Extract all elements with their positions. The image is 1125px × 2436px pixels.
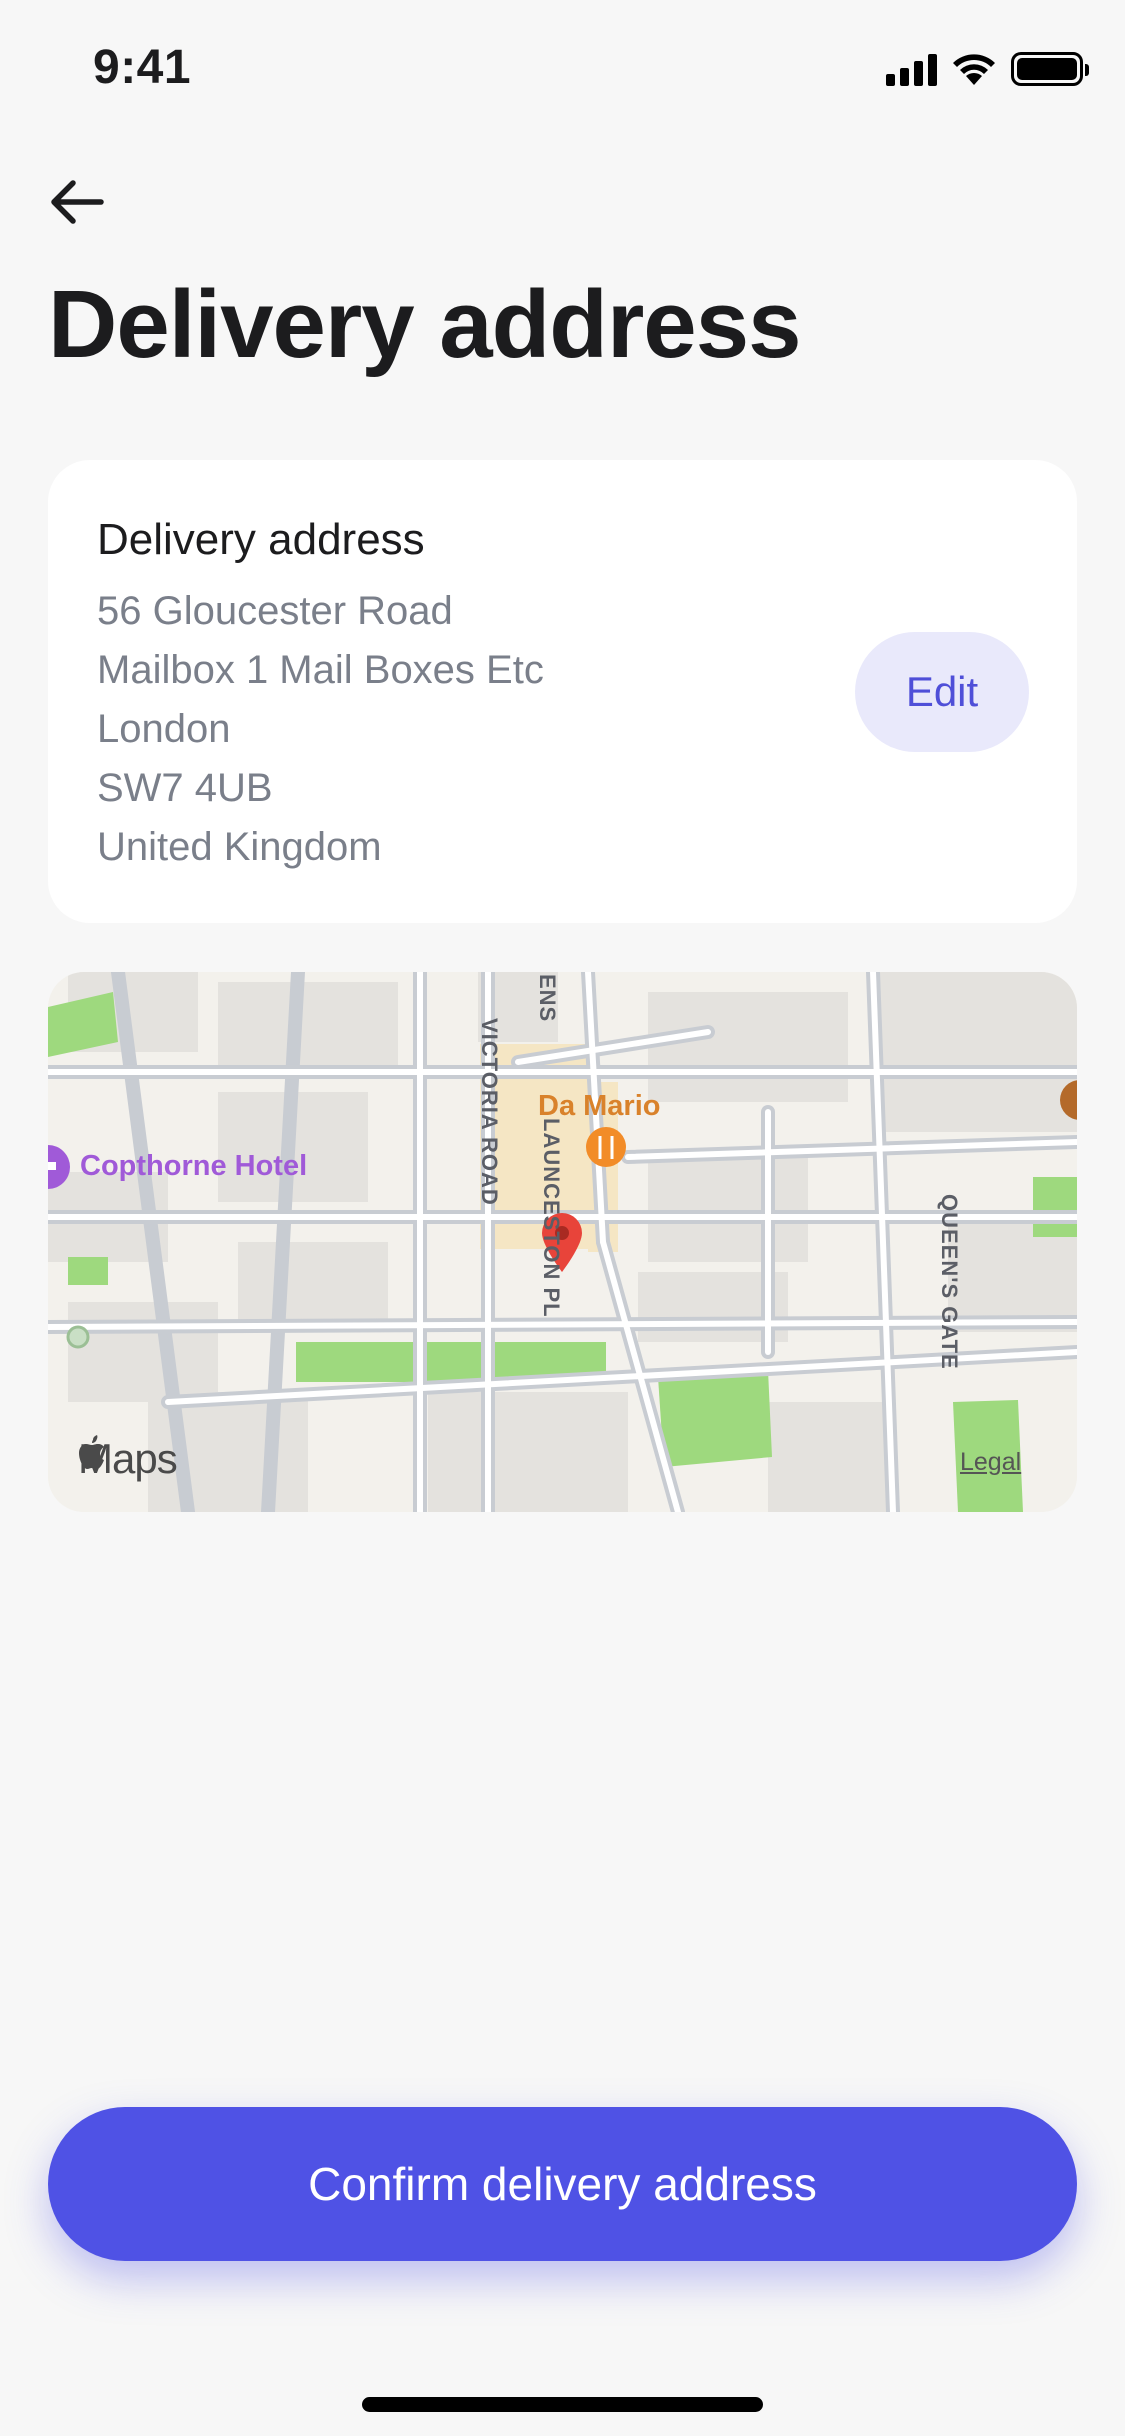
poi-hotel-label[interactable]: Copthorne Hotel — [80, 1150, 307, 1183]
street-label-launceston-pl: LAUNCESTON PL — [539, 1118, 564, 1318]
address-line-city: London — [97, 707, 231, 751]
address-line-postcode: SW7 4UB — [97, 766, 273, 810]
address-line-mailbox: Mailbox 1 Mail Boxes Etc — [97, 648, 544, 692]
legal-link[interactable]: Legal — [960, 1448, 1021, 1477]
back-button[interactable] — [45, 170, 109, 234]
address-lines: 56 Gloucester Road Mailbox 1 Mail Boxes … — [97, 582, 544, 877]
edit-button[interactable]: Edit — [855, 632, 1029, 752]
home-indicator — [362, 2397, 763, 2412]
address-line-street: 56 Gloucester Road — [97, 589, 453, 633]
battery-icon — [1011, 52, 1089, 86]
street-label-victoria-road: VICTORIA ROAD — [477, 1018, 502, 1206]
address-card: Delivery address 56 Gloucester Road Mail… — [48, 460, 1077, 923]
street-label-ens: ENS — [535, 974, 560, 1023]
card-heading: Delivery address — [97, 515, 425, 564]
maps-logo: Maps — [78, 1435, 178, 1483]
wifi-icon — [953, 54, 995, 85]
status-time: 9:41 — [93, 41, 192, 94]
page-title: Delivery address — [48, 271, 801, 378]
status-bar: 9:41 — [0, 0, 1125, 140]
map-view[interactable]: VICTORIA ROAD LAUNCESTON PL QUEEN'S GATE… — [48, 972, 1077, 1512]
delivery-address-screen: 9:41 Delivery address Delivery address 5… — [0, 0, 1125, 2436]
status-icons — [886, 52, 1089, 86]
address-line-country: United Kingdom — [97, 825, 382, 869]
arrow-left-icon — [51, 180, 104, 224]
street-label-queens-gate: QUEEN'S GATE — [937, 1194, 962, 1370]
poi-restaurant-label[interactable]: Da Mario — [538, 1090, 660, 1123]
apple-logo-icon — [79, 1435, 104, 1469]
confirm-delivery-address-button[interactable]: Confirm delivery address — [48, 2107, 1077, 2261]
signal-icon — [886, 52, 937, 86]
